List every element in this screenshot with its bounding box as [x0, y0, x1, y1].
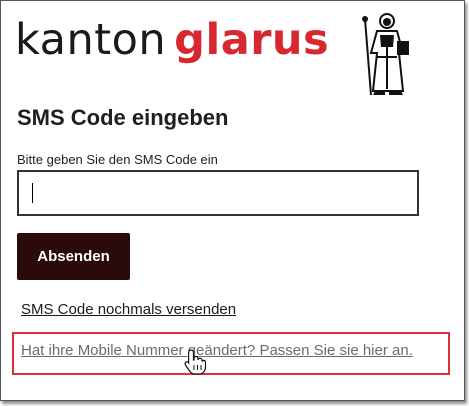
logo-word-kanton: kanton	[15, 15, 167, 65]
login-panel: kanton glarus SMS Code eingeben Bitte ge…	[0, 0, 465, 401]
hand-pointer-icon	[184, 349, 206, 375]
sms-code-input[interactable]	[17, 170, 419, 216]
change-mobile-number-link[interactable]: Hat ihre Mobile Nummer geändert? Passen …	[21, 342, 413, 359]
resend-sms-link[interactable]: SMS Code nochmals versenden	[21, 301, 236, 318]
page-title: SMS Code eingeben	[17, 105, 229, 130]
saint-fridolin-emblem-icon	[362, 13, 409, 96]
sms-code-label: Bitte geben Sie den SMS Code ein	[17, 152, 218, 167]
text-caret	[32, 183, 33, 203]
submit-button[interactable]: Absenden	[17, 233, 130, 280]
kanton-glarus-logo: kanton glarus	[15, 15, 329, 65]
logo-word-glarus: glarus	[174, 15, 330, 65]
